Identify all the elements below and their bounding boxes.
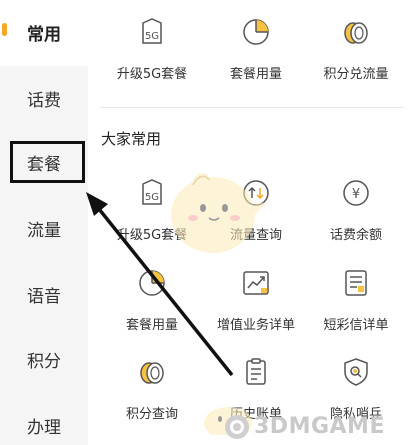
annotation-arrow [86,192,234,377]
